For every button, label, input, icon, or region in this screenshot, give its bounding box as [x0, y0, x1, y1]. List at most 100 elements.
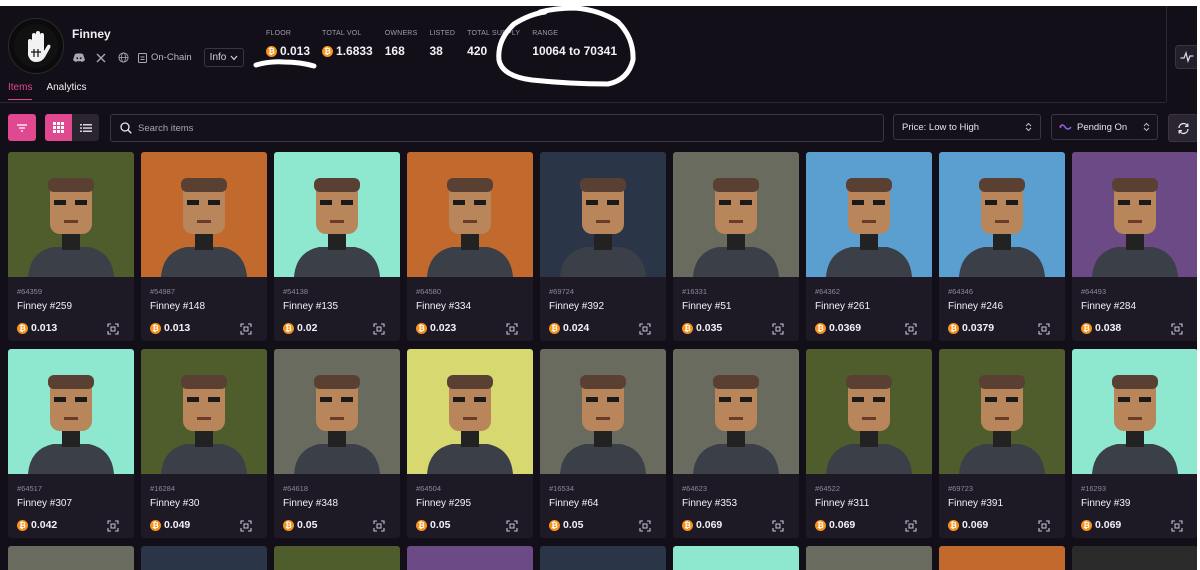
info-dropdown[interactable]: Info [203, 48, 245, 67]
item-image[interactable] [141, 349, 267, 474]
item-card[interactable]: #16293 Finney #39 ₿ 0.069 [1072, 349, 1197, 538]
item-image[interactable] [1072, 152, 1197, 277]
item-image[interactable] [8, 349, 134, 474]
quick-view-icon[interactable] [639, 322, 651, 335]
item-image[interactable] [939, 349, 1065, 474]
filter-button[interactable] [8, 114, 36, 141]
grid-view-button[interactable] [45, 114, 72, 141]
item-card-partial[interactable] [939, 546, 1065, 570]
item-price: ₿ 0.02 [283, 322, 317, 334]
item-name: Finney #148 [150, 301, 206, 312]
item-card-partial[interactable] [673, 546, 799, 570]
item-image[interactable] [274, 152, 400, 277]
bitcoin-icon: ₿ [549, 519, 560, 531]
quick-view-icon[interactable] [506, 322, 518, 335]
x-twitter-icon[interactable] [94, 51, 108, 65]
bitcoin-icon: ₿ [283, 519, 294, 531]
item-card[interactable]: #64493 Finney #284 ₿ 0.038 [1072, 152, 1197, 341]
quick-view-icon[interactable] [905, 519, 917, 532]
item-name: Finney #391 [948, 498, 1004, 509]
item-card[interactable]: #69723 Finney #391 ₿ 0.069 [939, 349, 1065, 538]
quick-view-icon[interactable] [772, 322, 784, 335]
item-card[interactable]: #54987 Finney #148 ₿ 0.013 [141, 152, 267, 341]
item-card[interactable]: #64580 Finney #334 ₿ 0.023 [407, 152, 533, 341]
stat-floor: FLOOR ₿ 0.013 [266, 30, 310, 58]
item-inscription: #54138 [283, 287, 309, 296]
activity-chart-button[interactable] [1175, 45, 1197, 69]
item-inscription: #64580 [416, 287, 442, 296]
refresh-button[interactable] [1168, 114, 1197, 142]
quick-view-icon[interactable] [107, 519, 119, 532]
stat-total-supply: TOTAL SUPPLY 420 [467, 30, 520, 58]
quick-view-icon[interactable] [373, 519, 385, 532]
onchain-link[interactable]: On-Chain [138, 52, 192, 63]
item-image[interactable] [939, 152, 1065, 277]
tab-items[interactable]: Items [8, 82, 33, 100]
item-image[interactable] [1072, 349, 1197, 474]
quick-view-icon[interactable] [639, 519, 651, 532]
item-price-value: 0.0379 [962, 322, 995, 334]
tab-analytics[interactable]: Analytics [46, 82, 86, 100]
item-card-partial[interactable] [407, 546, 533, 570]
globe-icon[interactable] [116, 51, 130, 65]
item-image[interactable] [141, 152, 267, 277]
quick-view-icon[interactable] [107, 322, 119, 335]
quick-view-icon[interactable] [1038, 322, 1050, 335]
item-inscription: #54987 [150, 287, 176, 296]
search-input[interactable] [136, 121, 860, 135]
item-card[interactable]: #64362 Finney #261 ₿ 0.0369 [806, 152, 932, 341]
item-card[interactable]: #16284 Finney #30 ₿ 0.049 [141, 349, 267, 538]
item-card[interactable]: #64346 Finney #246 ₿ 0.0379 [939, 152, 1065, 341]
item-card[interactable]: #64618 Finney #348 ₿ 0.05 [274, 349, 400, 538]
item-name: Finney #51 [682, 301, 732, 312]
item-card-partial[interactable] [1072, 546, 1197, 570]
item-image[interactable] [673, 152, 799, 277]
quick-view-icon[interactable] [373, 322, 385, 335]
item-image[interactable] [806, 152, 932, 277]
item-image[interactable] [540, 349, 666, 474]
item-card[interactable]: #64517 Finney #307 ₿ 0.042 [8, 349, 134, 538]
item-price: ₿ 0.069 [948, 519, 988, 531]
quick-view-icon[interactable] [905, 322, 917, 335]
item-image[interactable] [540, 152, 666, 277]
discord-icon[interactable] [72, 51, 86, 65]
item-price-value: 0.024 [563, 322, 590, 334]
list-view-button[interactable] [72, 114, 99, 141]
item-image[interactable] [8, 152, 134, 277]
item-meta: #54987 Finney #148 ₿ 0.013 [141, 277, 267, 341]
item-inscription: #64346 [948, 287, 974, 296]
bitcoin-icon: ₿ [815, 322, 826, 334]
item-card[interactable]: #54138 Finney #135 ₿ 0.02 [274, 152, 400, 341]
quick-view-icon[interactable] [240, 519, 252, 532]
item-card-partial[interactable] [141, 546, 267, 570]
quick-view-icon[interactable] [506, 519, 518, 532]
item-card[interactable]: #64623 Finney #353 ₿ 0.069 [673, 349, 799, 538]
quick-view-icon[interactable] [240, 322, 252, 335]
item-card[interactable]: #64359 Finney #259 ₿ 0.013 [8, 152, 134, 341]
item-image[interactable] [407, 349, 533, 474]
item-image[interactable] [673, 349, 799, 474]
item-card[interactable]: #16534 Finney #64 ₿ 0.05 [540, 349, 666, 538]
item-image[interactable] [274, 349, 400, 474]
stat-value: 420 [467, 44, 488, 58]
quick-view-icon[interactable] [1171, 322, 1183, 335]
item-card-partial[interactable] [8, 546, 134, 570]
item-price-value: 0.02 [297, 322, 318, 334]
item-card-partial[interactable] [274, 546, 400, 570]
item-image[interactable] [806, 349, 932, 474]
item-card[interactable]: #16331 Finney #51 ₿ 0.035 [673, 152, 799, 341]
item-card-partial[interactable] [806, 546, 932, 570]
pending-select[interactable]: Pending On [1051, 114, 1158, 140]
item-image[interactable] [407, 152, 533, 277]
search-icon [120, 122, 132, 134]
quick-view-icon[interactable] [1171, 519, 1183, 532]
item-card[interactable]: #69724 Finney #392 ₿ 0.024 [540, 152, 666, 341]
item-card[interactable]: #64522 Finney #311 ₿ 0.069 [806, 349, 932, 538]
quick-view-icon[interactable] [772, 519, 784, 532]
item-card[interactable]: #64504 Finney #295 ₿ 0.05 [407, 349, 533, 538]
chevron-down-icon [230, 55, 238, 60]
sort-select[interactable]: Price: Low to High [893, 114, 1041, 140]
refresh-icon [1177, 122, 1189, 134]
item-card-partial[interactable] [540, 546, 666, 570]
quick-view-icon[interactable] [1038, 519, 1050, 532]
